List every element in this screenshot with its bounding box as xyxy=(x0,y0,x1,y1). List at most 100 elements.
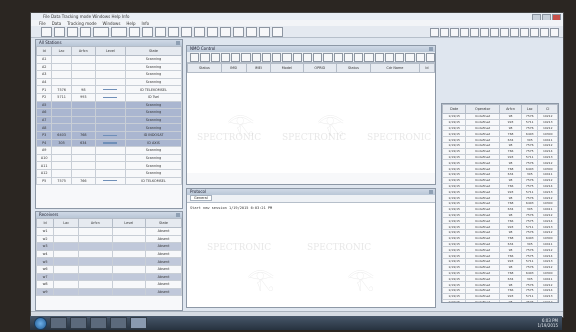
nmo-toolbar-button[interactable] xyxy=(200,52,210,62)
toolbar-button[interactable] xyxy=(430,28,439,37)
nmo-toolbar-button[interactable] xyxy=(220,52,230,62)
toolbar-button[interactable] xyxy=(550,28,559,37)
nmo-toolbar-button[interactable] xyxy=(333,52,343,62)
nmo-toolbar-button[interactable] xyxy=(251,52,261,62)
table-row[interactable]: P1 7576 98 ID TELEKOMSEL xyxy=(36,85,182,94)
table-row[interactable]: A9 Scanning xyxy=(36,146,182,155)
taskbar-app-button[interactable] xyxy=(70,317,87,329)
column-header[interactable]: Model xyxy=(270,63,304,73)
column-header[interactable]: Cdr Name xyxy=(369,63,420,73)
toolbar-button[interactable] xyxy=(490,28,499,37)
column-header[interactable]: OPRID xyxy=(302,63,338,73)
nmo-toolbar-button[interactable] xyxy=(210,52,220,62)
nmo-toolbar-button[interactable] xyxy=(374,52,384,62)
taskbar-app-button[interactable] xyxy=(50,317,67,329)
column-header[interactable]: Id xyxy=(36,46,53,56)
toolbar-button[interactable] xyxy=(440,28,449,37)
toolbar-button[interactable] xyxy=(194,26,205,37)
nmo-toolbar-button[interactable] xyxy=(272,52,282,62)
table-row[interactable]: w4 Absent xyxy=(36,249,182,259)
table-row[interactable]: A4 Scanning xyxy=(36,77,182,87)
toolbar-button[interactable] xyxy=(93,26,109,37)
toolbar-button[interactable] xyxy=(259,26,270,37)
column-header[interactable]: CI xyxy=(537,104,558,114)
menu-item-data[interactable]: Data xyxy=(52,21,62,26)
column-header[interactable]: Id xyxy=(418,63,435,73)
table-row[interactable]: A10 Scanning xyxy=(36,153,182,163)
nmo-toolbar-button[interactable] xyxy=(313,52,323,62)
nmo-toolbar-button[interactable] xyxy=(425,52,435,62)
menu-item-file[interactable]: File xyxy=(39,21,46,26)
nmo-toolbar-button[interactable] xyxy=(384,52,394,62)
panel-close-icon[interactable] xyxy=(429,47,433,51)
nmo-toolbar-button[interactable] xyxy=(343,52,353,62)
column-header[interactable]: Status xyxy=(336,63,371,73)
table-row[interactable]: P4 305 634 ID AXIS xyxy=(36,138,182,148)
toolbar-button[interactable] xyxy=(450,28,459,37)
table-row[interactable]: w2 Absent xyxy=(36,234,182,244)
panel-close-icon[interactable] xyxy=(176,213,180,217)
toolbar-button[interactable] xyxy=(220,26,231,37)
column-header[interactable]: Lac xyxy=(51,46,72,56)
nmo-toolbar-button[interactable] xyxy=(323,52,333,62)
panel-close-icon[interactable] xyxy=(176,41,180,45)
table-row[interactable]: A8 Scanning xyxy=(36,123,182,132)
toolbar-button[interactable] xyxy=(480,28,489,37)
nmo-toolbar-button[interactable] xyxy=(364,52,374,62)
table-row[interactable]: A1 Scanning xyxy=(36,55,182,64)
panel-close-icon[interactable] xyxy=(429,190,433,194)
menu-item-help[interactable]: Help xyxy=(126,21,135,26)
toolbar-button[interactable] xyxy=(470,28,479,37)
nmo-toolbar-button[interactable] xyxy=(395,52,405,62)
toolbar-button[interactable] xyxy=(142,26,153,37)
table-row[interactable]: A2 Scanning xyxy=(36,62,182,72)
toolbar-button[interactable] xyxy=(155,26,166,37)
taskbar-app-button[interactable] xyxy=(130,317,147,329)
table-row[interactable]: w1 Absent xyxy=(36,227,182,236)
table-row[interactable]: w9 Absent xyxy=(36,287,182,297)
toolbar-button[interactable] xyxy=(233,26,244,37)
nmo-toolbar-button[interactable] xyxy=(292,52,302,62)
toolbar-button[interactable] xyxy=(41,26,52,37)
table-row[interactable]: A12 Scanning xyxy=(36,168,182,178)
toolbar-button[interactable] xyxy=(520,28,529,37)
column-header[interactable]: Lac xyxy=(521,104,539,114)
column-header[interactable]: State xyxy=(125,46,182,56)
toolbar-button[interactable] xyxy=(181,26,192,37)
toolbar-button[interactable] xyxy=(460,28,469,37)
toolbar-button[interactable] xyxy=(111,26,127,37)
column-header[interactable]: Arfcn xyxy=(78,218,113,228)
nmo-toolbar-button[interactable] xyxy=(415,52,425,62)
taskbar-app-button[interactable] xyxy=(90,317,107,329)
table-row[interactable]: w7 Absent xyxy=(36,272,182,282)
nmo-grid-area[interactable]: SPECTRONIC SPECTRONIC SPECTRONIC 𓂀 𓂀 xyxy=(187,73,435,173)
toolbar-button[interactable] xyxy=(54,26,65,37)
toolbar-button[interactable] xyxy=(272,26,283,37)
nmo-toolbar-button[interactable] xyxy=(231,52,241,62)
column-header[interactable]: Level xyxy=(94,46,127,56)
table-row[interactable]: A6 Scanning xyxy=(36,108,182,117)
column-header[interactable]: Date xyxy=(442,104,467,114)
nmo-toolbar-button[interactable] xyxy=(190,52,200,62)
table-row[interactable]: A11 Scanning xyxy=(36,161,182,170)
toolbar-button[interactable] xyxy=(500,28,509,37)
toolbar-button[interactable] xyxy=(168,26,179,37)
toolbar-button[interactable] xyxy=(129,26,140,37)
toolbar-button[interactable] xyxy=(540,28,549,37)
toolbar-button[interactable] xyxy=(80,26,91,37)
nmo-toolbar-button[interactable] xyxy=(241,52,251,62)
toolbar-button[interactable] xyxy=(530,28,539,37)
table-row[interactable]: A7 Scanning xyxy=(36,115,182,125)
table-row[interactable]: P5 7575 766 ID TELKOMSEL xyxy=(36,176,182,186)
nmo-toolbar-button[interactable] xyxy=(405,52,415,62)
tab-general[interactable]: General xyxy=(190,195,212,201)
column-header[interactable]: Id xyxy=(36,218,55,228)
toolbar-button[interactable] xyxy=(246,26,257,37)
column-header[interactable]: Operator xyxy=(465,104,500,114)
start-button[interactable] xyxy=(34,316,47,330)
nmo-toolbar-button[interactable] xyxy=(282,52,292,62)
column-header[interactable]: Arfcn xyxy=(498,104,523,114)
toolbar-button[interactable] xyxy=(510,28,519,37)
table-row[interactable]: P2 5711 993 ID Tsel xyxy=(36,92,182,102)
menu-item-info[interactable]: Info xyxy=(142,21,150,26)
